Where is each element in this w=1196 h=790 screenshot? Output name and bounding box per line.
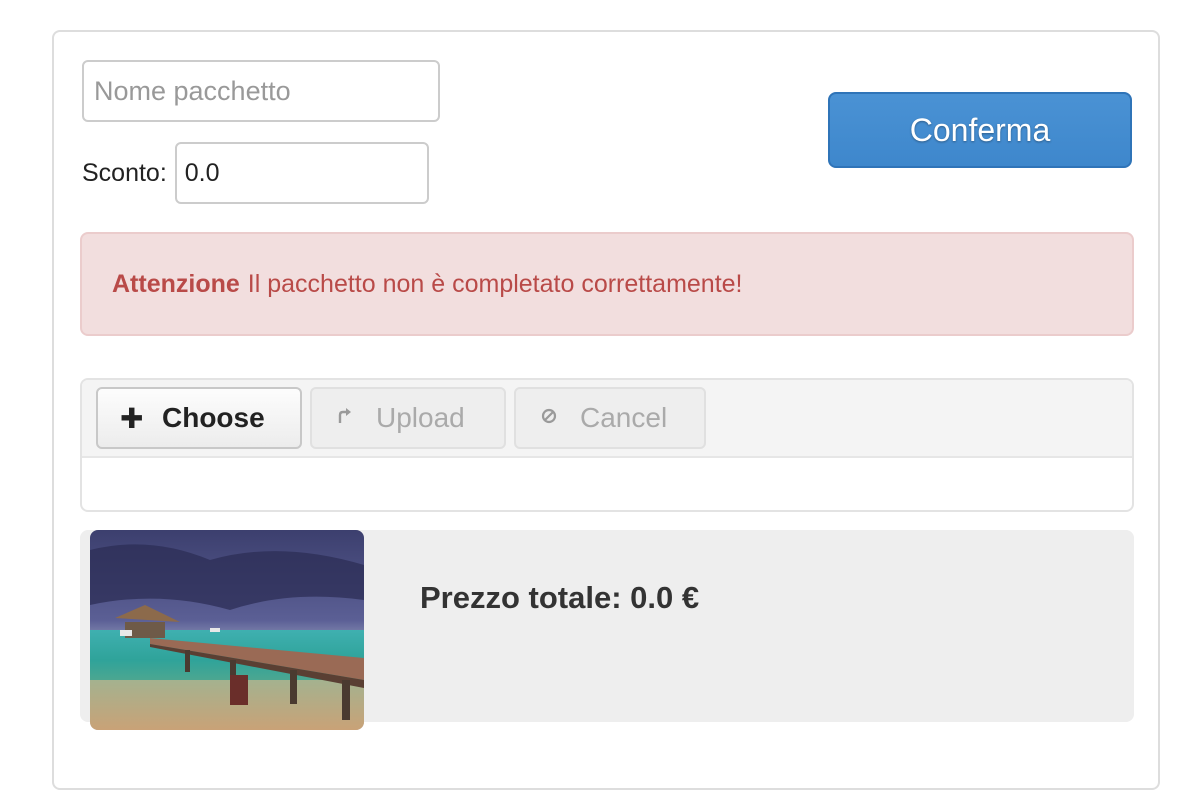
upload-arrow-icon <box>334 407 356 430</box>
discount-input[interactable] <box>174 142 429 204</box>
discount-row: Sconto: <box>82 142 429 204</box>
package-name-input[interactable] <box>82 60 440 122</box>
discount-label: Sconto: <box>82 158 167 187</box>
cancel-icon <box>538 408 560 429</box>
alert-message: Il pacchetto non è completato correttame… <box>247 269 743 298</box>
total-price: Prezzo totale: 0.0 € <box>420 580 700 615</box>
file-uploader: ✚ Choose Upload Cancel <box>80 378 1134 512</box>
package-panel: Sconto: Conferma Attenzione Il pacchetto… <box>52 30 1160 790</box>
confirm-button[interactable]: Conferma <box>828 92 1132 168</box>
package-thumbnail <box>90 530 364 730</box>
cancel-button[interactable]: Cancel <box>514 387 706 449</box>
upload-button[interactable]: Upload <box>310 387 506 449</box>
plus-icon: ✚ <box>120 402 144 434</box>
error-alert: Attenzione Il pacchetto non è completato… <box>80 232 1134 336</box>
cancel-label: Cancel <box>580 402 668 433</box>
upload-label: Upload <box>376 402 465 433</box>
choose-button[interactable]: ✚ Choose <box>96 387 302 449</box>
package-summary: Prezzo totale: 0.0 € <box>80 530 1134 730</box>
uploader-toolbar: ✚ Choose Upload Cancel <box>82 380 1132 458</box>
choose-label: Choose <box>162 402 265 433</box>
alert-title: Attenzione <box>112 269 240 298</box>
